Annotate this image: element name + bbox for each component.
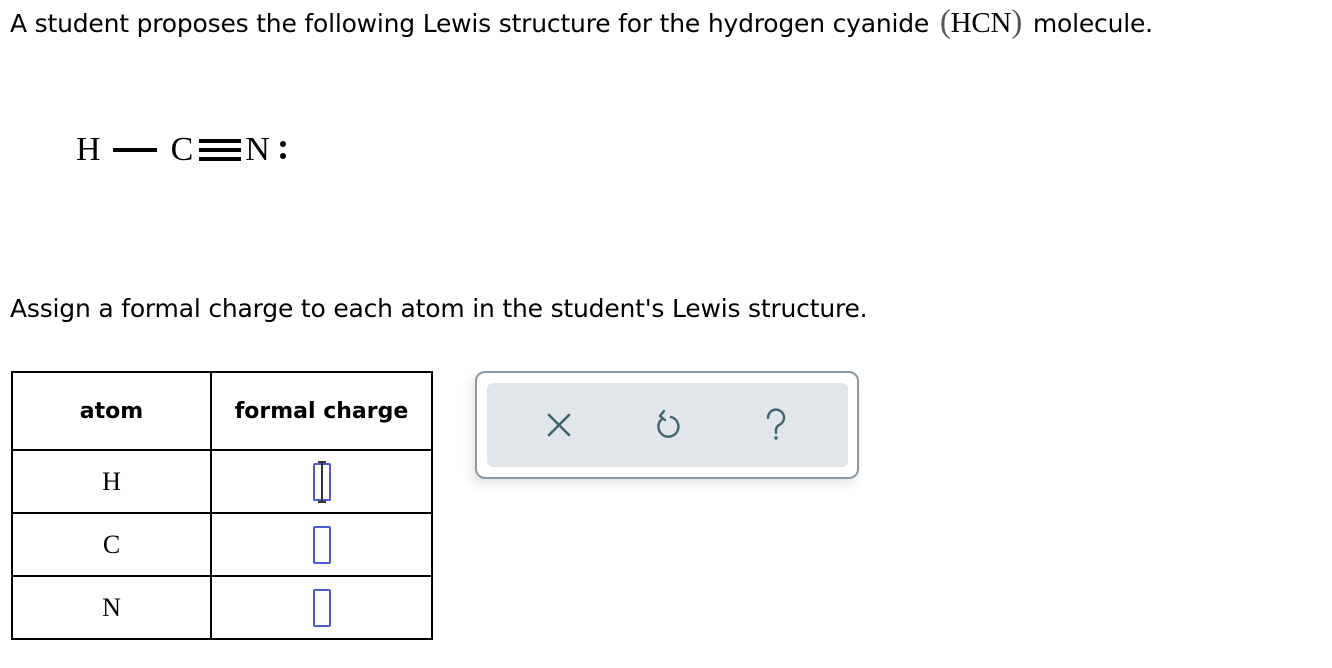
x-icon: [547, 413, 571, 437]
question-icon: [766, 408, 785, 440]
answer-toolbar: [475, 371, 859, 479]
triple-bond: [199, 139, 242, 161]
formal-charge-cell: [210, 575, 433, 640]
atom-cell: H: [11, 449, 212, 514]
formal-charge-table: atom formal charge H C N: [11, 371, 433, 640]
formal-charge-input-h[interactable]: [312, 460, 331, 503]
text-cursor: [317, 460, 326, 503]
atom-h: H: [76, 131, 101, 168]
table-row: N: [11, 575, 433, 640]
lone-pair: [279, 141, 286, 159]
table-row: H: [11, 449, 433, 514]
undo-icon: [657, 409, 681, 438]
header-atom: atom: [11, 371, 212, 451]
formal-charge-cell: [210, 449, 433, 514]
question-prompt: A student proposes the following Lewis s…: [10, 4, 1153, 41]
header-formal-charge: formal charge: [210, 371, 433, 451]
atom-cell: C: [11, 512, 212, 577]
formal-charge-input-c[interactable]: [312, 525, 331, 564]
formal-charge-input-n[interactable]: [312, 588, 331, 627]
lewis-structure: H C N: [76, 130, 286, 170]
undo-button[interactable]: [647, 405, 687, 445]
atom-n: N: [245, 131, 270, 168]
instruction-text: Assign a formal charge to each atom in t…: [10, 294, 868, 323]
prompt-text-before: A student proposes the following Lewis s…: [10, 9, 930, 38]
atom-c: C: [170, 131, 194, 168]
toolbar-button-group: [487, 383, 848, 467]
prompt-text-after: molecule.: [1032, 9, 1153, 38]
clear-button[interactable]: [539, 405, 579, 445]
atom-cell: N: [11, 575, 212, 640]
formal-charge-cell: [210, 512, 433, 577]
table-row: C: [11, 512, 433, 577]
single-bond: [112, 148, 157, 152]
molecule-formula: (HCN): [939, 4, 1023, 40]
help-button[interactable]: [756, 405, 796, 445]
table-header-row: atom formal charge: [11, 371, 433, 451]
